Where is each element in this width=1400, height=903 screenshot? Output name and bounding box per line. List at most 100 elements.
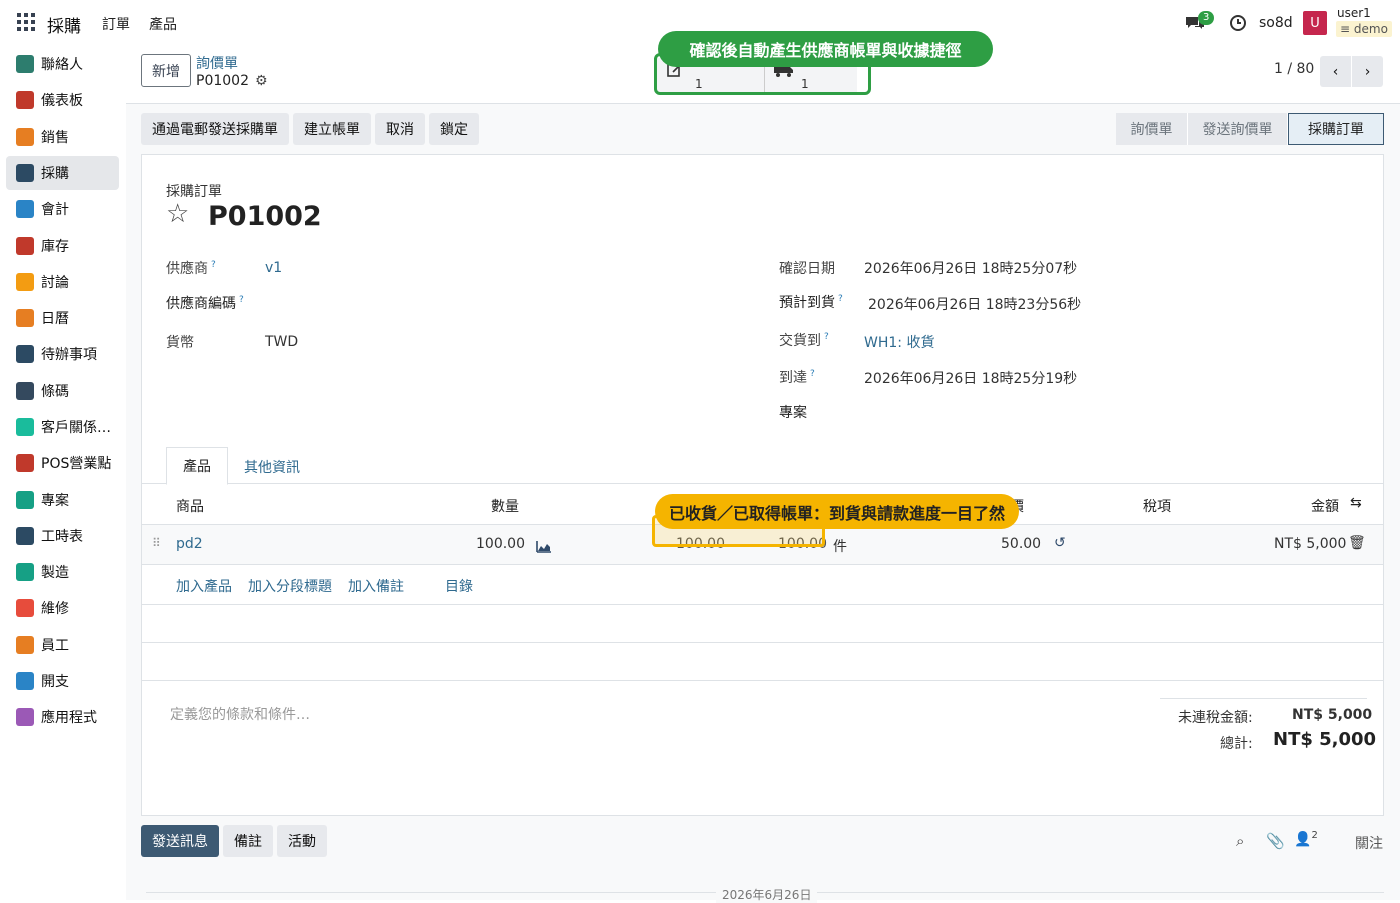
trash-icon[interactable]: 🗑 bbox=[1348, 535, 1366, 551]
calendar-icon bbox=[16, 309, 34, 327]
catalog-link[interactable]: 目錄 bbox=[445, 576, 473, 596]
activity-button[interactable] bbox=[1229, 0, 1247, 46]
gear-icon[interactable]: ⚙ bbox=[255, 73, 268, 89]
column-product[interactable]: 商品 bbox=[176, 496, 204, 516]
stage-purchase-order[interactable]: 採購訂單 bbox=[1288, 113, 1384, 145]
send-po-email-button[interactable]: 通過電郵發送採購單 bbox=[141, 113, 289, 145]
send-message-button[interactable]: 發送訊息 bbox=[141, 825, 219, 857]
line-unit-price[interactable]: 50.00 bbox=[1001, 536, 1041, 552]
app-grid-icon[interactable] bbox=[17, 13, 35, 31]
sidebar-item-employees[interactable]: 員工 bbox=[6, 628, 119, 662]
column-quantity[interactable]: 數量 bbox=[491, 496, 519, 516]
followers-count: 2 bbox=[1311, 830, 1318, 841]
pager-previous-button[interactable]: ‹ bbox=[1320, 56, 1351, 87]
app-sidebar: 聯絡人 儀表板銷售採購會計 庫存 討論 日曆 待辦事項 條碼客戶關係… POS營業點 專案 工時表… bbox=[0, 46, 126, 900]
doc-type-label: 採購訂單 bbox=[166, 184, 222, 200]
vendor-field[interactable]: v1 bbox=[265, 260, 282, 276]
price-history-icon[interactable]: ↺ bbox=[1054, 535, 1066, 551]
sidebar-item-barcode[interactable]: 條碼 bbox=[6, 374, 119, 408]
new-button[interactable]: 新增 bbox=[141, 54, 191, 87]
line-uom[interactable]: 件 bbox=[833, 536, 847, 556]
sidebar-item-discuss[interactable]: 討論 bbox=[6, 265, 119, 299]
company-switcher[interactable]: so8d bbox=[1259, 0, 1293, 46]
total-label: 總計: bbox=[1220, 736, 1253, 752]
cancel-button[interactable]: 取消 bbox=[375, 113, 425, 145]
followers-button[interactable]: 👤2 bbox=[1294, 830, 1318, 848]
db-badge: ≡ demo bbox=[1336, 21, 1392, 37]
vendor-label: 供應商? bbox=[166, 260, 216, 277]
sidebar-item-expenses[interactable]: 開支 bbox=[6, 664, 119, 698]
follow-button[interactable]: 關注 bbox=[1355, 833, 1383, 853]
sidebar-item-calendar[interactable]: 日曆 bbox=[6, 301, 119, 335]
clock-icon bbox=[1230, 15, 1246, 31]
log-note-button[interactable]: 備註 bbox=[223, 825, 273, 857]
stage-rfq[interactable]: 詢價單 bbox=[1116, 113, 1188, 145]
sidebar-item-label: 製造 bbox=[41, 565, 69, 581]
currency-field[interactable]: TWD bbox=[265, 334, 298, 350]
sidebar-item-sales[interactable]: 銷售 bbox=[6, 120, 119, 154]
chevron-right-icon: › bbox=[1364, 63, 1371, 80]
totals-divider bbox=[1160, 698, 1367, 699]
add-note-link[interactable]: 加入備註 bbox=[348, 576, 404, 596]
sidebar-item-label: 客戶關係… bbox=[41, 420, 111, 436]
stage-rfq-sent[interactable]: 發送詢價單 bbox=[1188, 113, 1288, 145]
sidebar-item-project[interactable]: 專案 bbox=[6, 483, 119, 517]
arrival-label: 到達? bbox=[779, 369, 815, 386]
menu-orders[interactable]: 訂單 bbox=[102, 14, 130, 34]
sidebar-item-todo[interactable]: 待辦事項 bbox=[6, 337, 119, 371]
terms-input[interactable]: 定義您的條款和條件… bbox=[170, 704, 310, 724]
arrival-field[interactable]: 2026年06月26日 18時25分19秒 bbox=[864, 368, 1077, 388]
menu-products[interactable]: 產品 bbox=[149, 14, 177, 34]
create-bill-button[interactable]: 建立帳單 bbox=[293, 113, 371, 145]
sidebar-item-accounting[interactable]: 會計 bbox=[6, 192, 119, 226]
activity-button[interactable]: 活動 bbox=[277, 825, 327, 857]
column-taxes[interactable]: 稅項 bbox=[1143, 496, 1171, 516]
contacts-icon bbox=[16, 55, 34, 73]
sidebar-item-label: 銷售 bbox=[41, 130, 69, 146]
callout-progress: 已收貨／已取得帳單：到貨與請款進度一目了然 bbox=[655, 494, 1019, 529]
sidebar-item-dashboard[interactable]: 儀表板 bbox=[6, 83, 119, 117]
user-menu[interactable]: U bbox=[1303, 0, 1327, 46]
column-amount[interactable]: 金額 bbox=[1311, 496, 1339, 516]
sidebar-item-purchase[interactable]: 採購 bbox=[6, 156, 119, 190]
total-amount: NT$ 5,000 bbox=[1273, 729, 1377, 750]
tab-other-info[interactable]: 其他資訊 bbox=[244, 457, 300, 477]
manufacturing-icon bbox=[16, 563, 34, 581]
breadcrumb-parent-link[interactable]: 詢價單 bbox=[196, 53, 268, 73]
search-icon[interactable]: ⌕ bbox=[1236, 832, 1244, 850]
chat-button[interactable]: 3 bbox=[1184, 0, 1215, 46]
sidebar-item-inventory[interactable]: 庫存 bbox=[6, 229, 119, 263]
paperclip-icon[interactable]: 📎 bbox=[1266, 832, 1285, 850]
deliver-to-field[interactable]: WH1: 收貨 bbox=[864, 332, 934, 352]
sidebar-item-label: 採購 bbox=[41, 166, 69, 182]
sidebar-item-label: 開支 bbox=[41, 674, 69, 690]
sidebar-item-contacts[interactable]: 聯絡人 bbox=[6, 47, 119, 81]
chat-count-badge: 3 bbox=[1198, 11, 1215, 25]
add-product-link[interactable]: 加入產品 bbox=[176, 576, 232, 596]
sidebar-item-manufacturing[interactable]: 製造 bbox=[6, 555, 119, 589]
add-section-link[interactable]: 加入分段標題 bbox=[248, 576, 332, 596]
drag-handle-icon[interactable]: ⠿ bbox=[152, 536, 161, 550]
favorite-star-icon[interactable]: ☆ bbox=[166, 199, 189, 229]
expenses-icon bbox=[16, 672, 34, 690]
lock-button[interactable]: 鎖定 bbox=[429, 113, 479, 145]
pager-value[interactable]: 1 / 80 bbox=[1274, 61, 1314, 77]
confirm-date-field[interactable]: 2026年06月26日 18時25分07秒 bbox=[864, 258, 1077, 278]
optional-columns-icon[interactable]: ⇆ bbox=[1350, 495, 1362, 511]
database-icon: ≡ bbox=[1340, 22, 1351, 36]
sidebar-item-pos[interactable]: POS營業點 bbox=[6, 446, 119, 480]
expected-arrival-field[interactable]: 2026年06月26日 18時23分56秒 bbox=[868, 294, 1081, 314]
sidebar-item-apps[interactable]: 應用程式 bbox=[6, 700, 119, 734]
sidebar-item-repair[interactable]: 維修 bbox=[6, 591, 119, 625]
sidebar-item-crm[interactable]: 客戶關係… bbox=[6, 410, 119, 444]
forecast-chart-icon[interactable] bbox=[536, 539, 552, 553]
tab-products[interactable]: 產品 bbox=[166, 447, 228, 485]
callout-auto-links: 確認後自動產生供應商帳單與收據捷徑 bbox=[658, 31, 993, 67]
sidebar-item-timesheet[interactable]: 工時表 bbox=[6, 519, 119, 553]
expected-arrival-label: 預計到貨? bbox=[779, 294, 843, 311]
accounting-icon bbox=[16, 200, 34, 218]
line-product[interactable]: pd2 bbox=[176, 536, 203, 552]
pager-next-button[interactable]: › bbox=[1352, 56, 1383, 87]
app-name[interactable]: 採購 bbox=[47, 12, 81, 37]
line-quantity[interactable]: 100.00 bbox=[476, 536, 525, 552]
